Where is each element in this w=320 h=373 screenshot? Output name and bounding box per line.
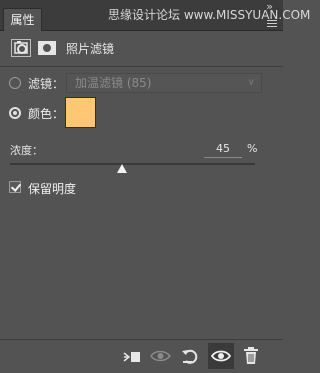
filter-select-value: 加温滤镜 (85): [75, 76, 152, 90]
density-label: 浓度：: [10, 144, 43, 157]
filter-label: 滤镜：: [28, 77, 65, 91]
clip-to-layer-icon[interactable]: [122, 346, 142, 366]
density-slider-track[interactable]: [10, 163, 255, 165]
color-radio[interactable]: [9, 107, 21, 119]
density-row: 浓度： 45 %: [0, 142, 283, 173]
bottom-toolbar: [0, 339, 283, 373]
color-swatch[interactable]: [65, 97, 96, 128]
density-field-underline: [204, 157, 242, 158]
density-value-field[interactable]: 45: [206, 142, 240, 155]
tab-properties[interactable]: 属性: [3, 8, 42, 31]
reset-icon[interactable]: [180, 346, 200, 366]
visibility-eye-icon[interactable]: [210, 346, 232, 366]
density-unit: %: [247, 142, 258, 155]
preserve-luminosity-row: 保留明度: [0, 181, 283, 197]
close-icon[interactable]: »: [266, 1, 273, 12]
adjustment-layer-icon[interactable]: [11, 39, 31, 57]
panel-menu-icon[interactable]: [267, 20, 277, 28]
preserve-luminosity-label: 保留明度: [28, 182, 77, 196]
delete-trash-icon[interactable]: [242, 346, 262, 366]
density-slider-thumb[interactable]: [117, 164, 127, 173]
filter-row: 滤镜： 加温滤镜 (85) ∨: [0, 73, 283, 93]
chevron-down-icon: ∨: [247, 77, 255, 88]
layer-mask-icon[interactable]: [37, 39, 57, 57]
adjustment-header: 照片滤镜: [0, 30, 283, 67]
panel-titlebar: 属性 思缘设计论坛 www.MISSYUAN.COM »: [0, 0, 310, 31]
watermark-text: 思缘设计论坛 www.MISSYUAN.COM: [108, 8, 311, 22]
color-row: 颜色：: [0, 97, 283, 128]
filter-select[interactable]: 加温滤镜 (85) ∨: [66, 73, 262, 93]
adjustment-title: 照片滤镜: [66, 42, 115, 56]
color-label: 颜色：: [28, 107, 65, 121]
toggle-previous-state-icon[interactable]: [150, 346, 171, 366]
preserve-luminosity-checkbox[interactable]: [9, 181, 21, 193]
filter-radio[interactable]: [9, 77, 21, 89]
